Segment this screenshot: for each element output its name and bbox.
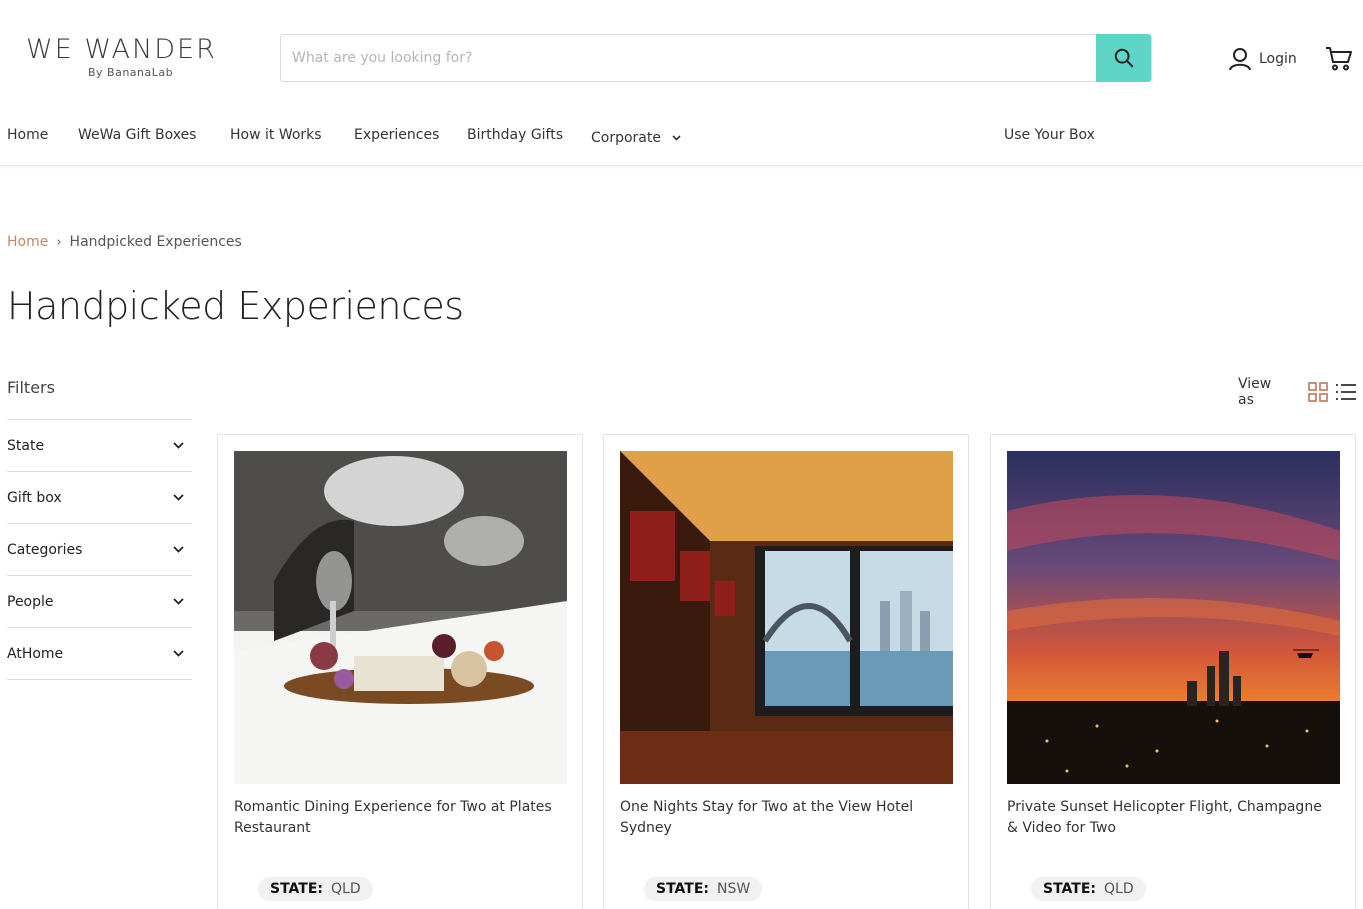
product-title[interactable]: One Nights Stay for Two at the View Hote… — [620, 797, 950, 839]
login-label: Login — [1259, 51, 1297, 67]
state-badge-value: QLD — [331, 881, 361, 897]
grid-icon — [1308, 382, 1328, 402]
state-badge-value: NSW — [717, 881, 751, 897]
cart-button[interactable] — [1325, 44, 1353, 72]
filter-label: Gift box — [7, 489, 62, 506]
filter-label: AtHome — [7, 645, 64, 662]
grid-view-button[interactable] — [1307, 381, 1329, 403]
state-badge: STATE: QLD — [258, 877, 373, 901]
brand-name: WE WANDER — [26, 34, 217, 65]
state-badge-value: QLD — [1104, 881, 1134, 897]
chevron-down-icon — [173, 442, 184, 449]
user-icon — [1229, 48, 1251, 71]
breadcrumb-current: Handpicked Experiences — [69, 234, 242, 250]
view-as-label: View as — [1238, 376, 1272, 408]
site-header: WE WANDER By BananaLab Login Home WeWa G… — [0, 0, 1363, 166]
chevron-down-icon — [173, 598, 184, 605]
state-badge: STATE: NSW — [644, 877, 763, 901]
product-card[interactable]: Private Sunset Helicopter Flight, Champa… — [990, 434, 1356, 909]
nav-corporate[interactable]: Corporate — [591, 127, 681, 146]
search-button[interactable] — [1096, 34, 1151, 82]
filters-panel: State Gift box Categories People AtHome — [7, 419, 192, 680]
product-title[interactable]: Romantic Dining Experience for Two at Pl… — [234, 797, 564, 839]
chevron-down-icon — [173, 546, 184, 553]
state-badge: STATE: QLD — [1031, 877, 1146, 901]
nav-birthday-gifts[interactable]: Birthday Gifts — [467, 127, 563, 143]
chevron-down-icon — [173, 494, 184, 501]
chevron-down-icon — [173, 650, 184, 657]
filter-state[interactable]: State — [7, 420, 192, 472]
search-input[interactable] — [281, 35, 1097, 81]
list-view-button[interactable] — [1335, 381, 1357, 403]
state-badge-label: STATE: — [270, 881, 324, 897]
filter-people[interactable]: People — [7, 576, 192, 628]
filter-gift-box[interactable]: Gift box — [7, 472, 192, 524]
breadcrumb: Home › Handpicked Experiences — [7, 234, 242, 250]
nav-home[interactable]: Home — [7, 127, 48, 143]
product-card[interactable]: One Nights Stay for Two at the View Hote… — [603, 434, 969, 909]
filter-label: State — [7, 437, 45, 454]
chevron-down-icon — [672, 134, 681, 141]
page-title: Handpicked Experiences — [7, 284, 464, 328]
product-image-hotel[interactable] — [620, 451, 953, 784]
brand-sub: By BananaLab — [88, 66, 174, 79]
state-badge-label: STATE: — [656, 881, 710, 897]
nav-experiences[interactable]: Experiences — [354, 127, 439, 143]
view-as-control: View as — [1238, 376, 1363, 408]
filter-athome[interactable]: AtHome — [7, 628, 192, 680]
cart-icon — [1326, 47, 1352, 71]
nav-gift-boxes[interactable]: WeWa Gift Boxes — [78, 127, 196, 143]
filter-label: People — [7, 593, 54, 610]
nav-use-your-box[interactable]: Use Your Box — [1004, 127, 1095, 143]
filters-heading: Filters — [7, 378, 55, 397]
search-bar — [280, 34, 1152, 82]
nav-how-it-works[interactable]: How it Works — [230, 127, 322, 143]
breadcrumb-separator: › — [56, 235, 62, 250]
state-badge-label: STATE: — [1043, 881, 1097, 897]
search-icon — [1114, 48, 1133, 68]
breadcrumb-home[interactable]: Home — [7, 234, 48, 250]
nav-corporate-label: Corporate — [591, 130, 661, 146]
product-title[interactable]: Private Sunset Helicopter Flight, Champa… — [1007, 797, 1337, 839]
product-image-helicopter[interactable] — [1007, 451, 1340, 784]
brand-logo[interactable]: WE WANDER By BananaLab — [26, 34, 242, 84]
product-image-dining[interactable] — [234, 451, 567, 784]
filter-categories[interactable]: Categories — [7, 524, 192, 576]
product-card[interactable]: Romantic Dining Experience for Two at Pl… — [217, 434, 583, 909]
list-icon — [1336, 384, 1356, 400]
login-link[interactable]: Login — [1229, 46, 1297, 72]
filter-label: Categories — [7, 541, 83, 558]
